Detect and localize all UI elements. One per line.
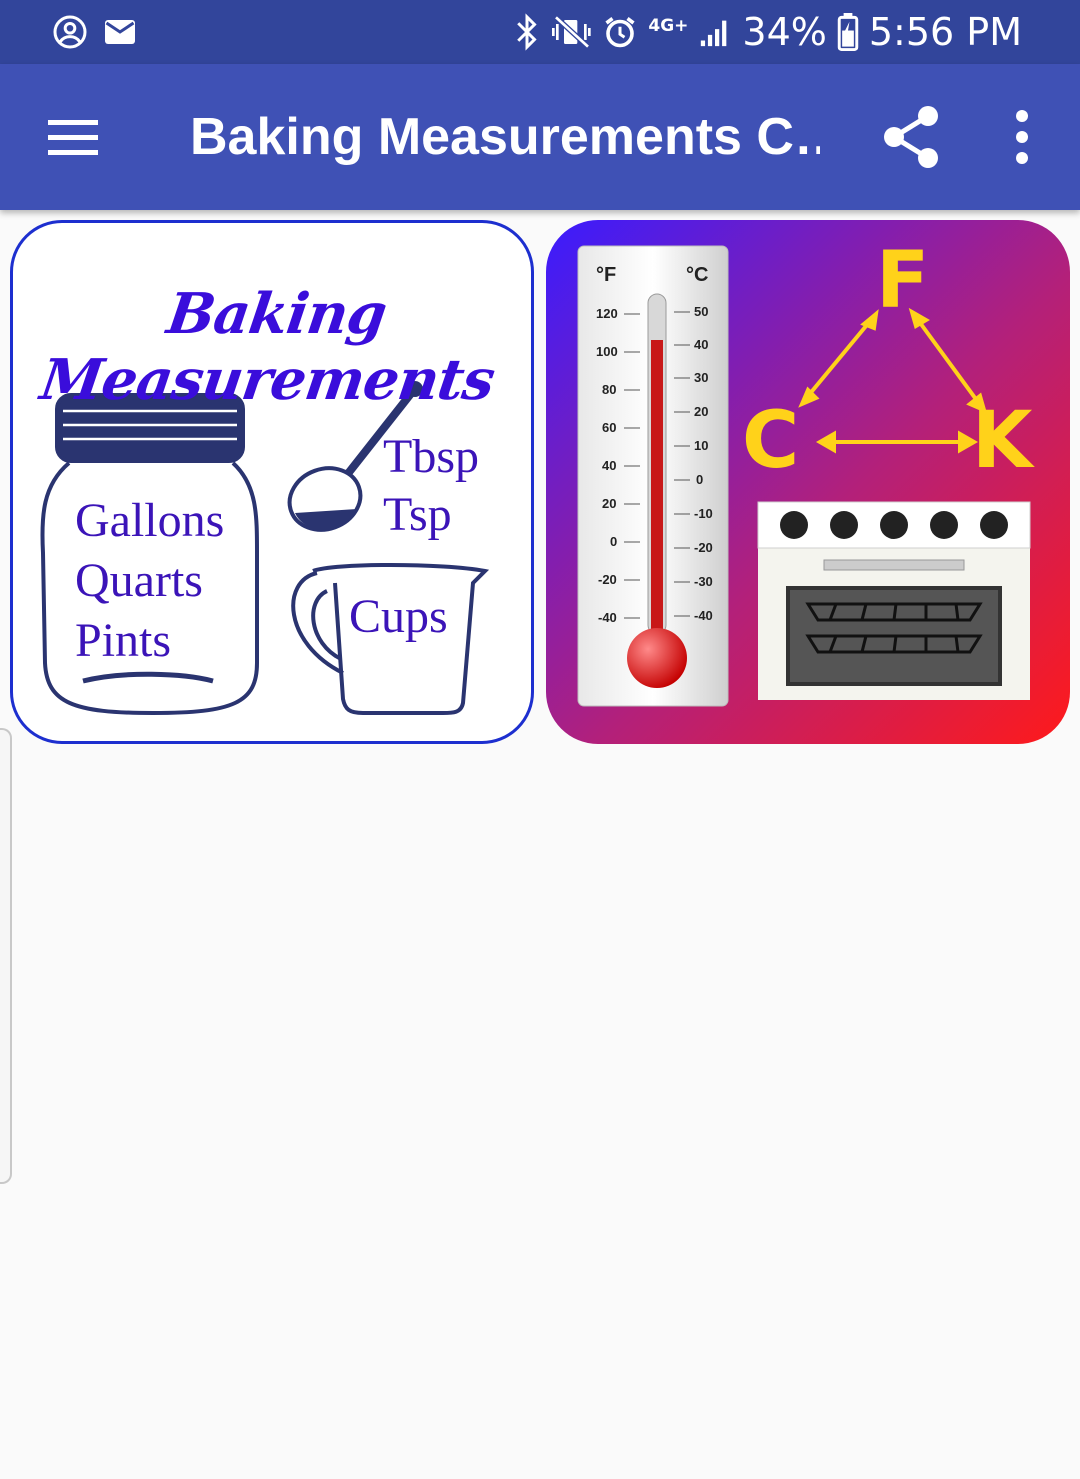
- jar-unit-pints: Pints: [75, 614, 172, 667]
- f-scale-label: 20: [602, 496, 617, 511]
- celsius-unit: °C: [686, 264, 709, 286]
- status-bar: 4G+ 34% 5:56 PM: [0, 0, 1080, 64]
- app-title: Baking Measurements C…: [190, 108, 820, 166]
- account-circle-icon: [52, 14, 88, 50]
- measurements-card-title: Baking Measurements: [36, 281, 499, 413]
- c-scale-label: -30: [694, 574, 713, 589]
- menu-button[interactable]: [36, 102, 110, 172]
- status-right-icons: 4G+ 34% 5:56 PM: [512, 0, 1022, 64]
- spoon-unit-tbsp: Tbsp: [383, 430, 479, 483]
- c-scale-label: -20: [694, 540, 713, 555]
- f-scale-label: 80: [602, 382, 617, 397]
- vibrate-icon: [552, 13, 592, 51]
- f-scale-label: -20: [598, 572, 617, 587]
- temperature-converter-card[interactable]: °F °C 120 100 80 60 40 20 0 -20 -40 50 4…: [546, 220, 1070, 744]
- menu-icon: [48, 120, 98, 155]
- c-scale-label: 10: [694, 438, 709, 453]
- network-type: 4G+: [648, 15, 689, 36]
- battery-percent: 34%: [742, 10, 827, 54]
- baking-measurements-card[interactable]: Baking Measurements Gallons Quarts Pints…: [10, 220, 534, 744]
- letter-kelvin: K: [972, 396, 1033, 486]
- f-scale-label: -40: [598, 610, 617, 625]
- c-scale-label: 30: [694, 370, 709, 385]
- letter-celsius: C: [742, 396, 800, 486]
- f-scale-label: 120: [596, 306, 618, 321]
- jar-unit-quarts: Quarts: [75, 554, 203, 607]
- c-scale-label: 0: [696, 472, 704, 487]
- fahrenheit-unit: °F: [596, 264, 617, 286]
- more-options-button[interactable]: [996, 102, 1048, 172]
- status-left-icons: [52, 14, 138, 50]
- c-scale-label: 50: [694, 304, 709, 319]
- f-scale-label: 0: [610, 534, 618, 549]
- c-scale-label: 20: [694, 404, 709, 419]
- alarm-icon: [602, 14, 638, 50]
- cup-unit-cups: Cups: [349, 590, 448, 643]
- f-scale-label: 40: [602, 458, 617, 473]
- signal-icon: [698, 15, 732, 49]
- battery-charging-icon: [837, 13, 859, 51]
- bluetooth-icon: [512, 13, 542, 51]
- share-icon: [884, 106, 938, 168]
- clock-time: 5:56 PM: [868, 10, 1022, 54]
- f-scale-label: 60: [602, 420, 617, 435]
- f-scale-label: 100: [596, 344, 618, 359]
- spoon-unit-tsp: Tsp: [383, 488, 452, 541]
- letter-fahrenheit: F: [876, 236, 930, 326]
- c-scale-label: -40: [694, 608, 713, 623]
- app-bar: Baking Measurements C…: [0, 64, 1080, 210]
- c-scale-label: -10: [694, 506, 713, 521]
- jar-unit-gallons: Gallons: [75, 494, 225, 547]
- more-vert-icon: [1016, 110, 1028, 164]
- email-icon: [102, 14, 138, 50]
- share-button[interactable]: [872, 98, 950, 176]
- c-scale-label: 40: [694, 337, 709, 352]
- side-drawer-handle[interactable]: [0, 728, 12, 1184]
